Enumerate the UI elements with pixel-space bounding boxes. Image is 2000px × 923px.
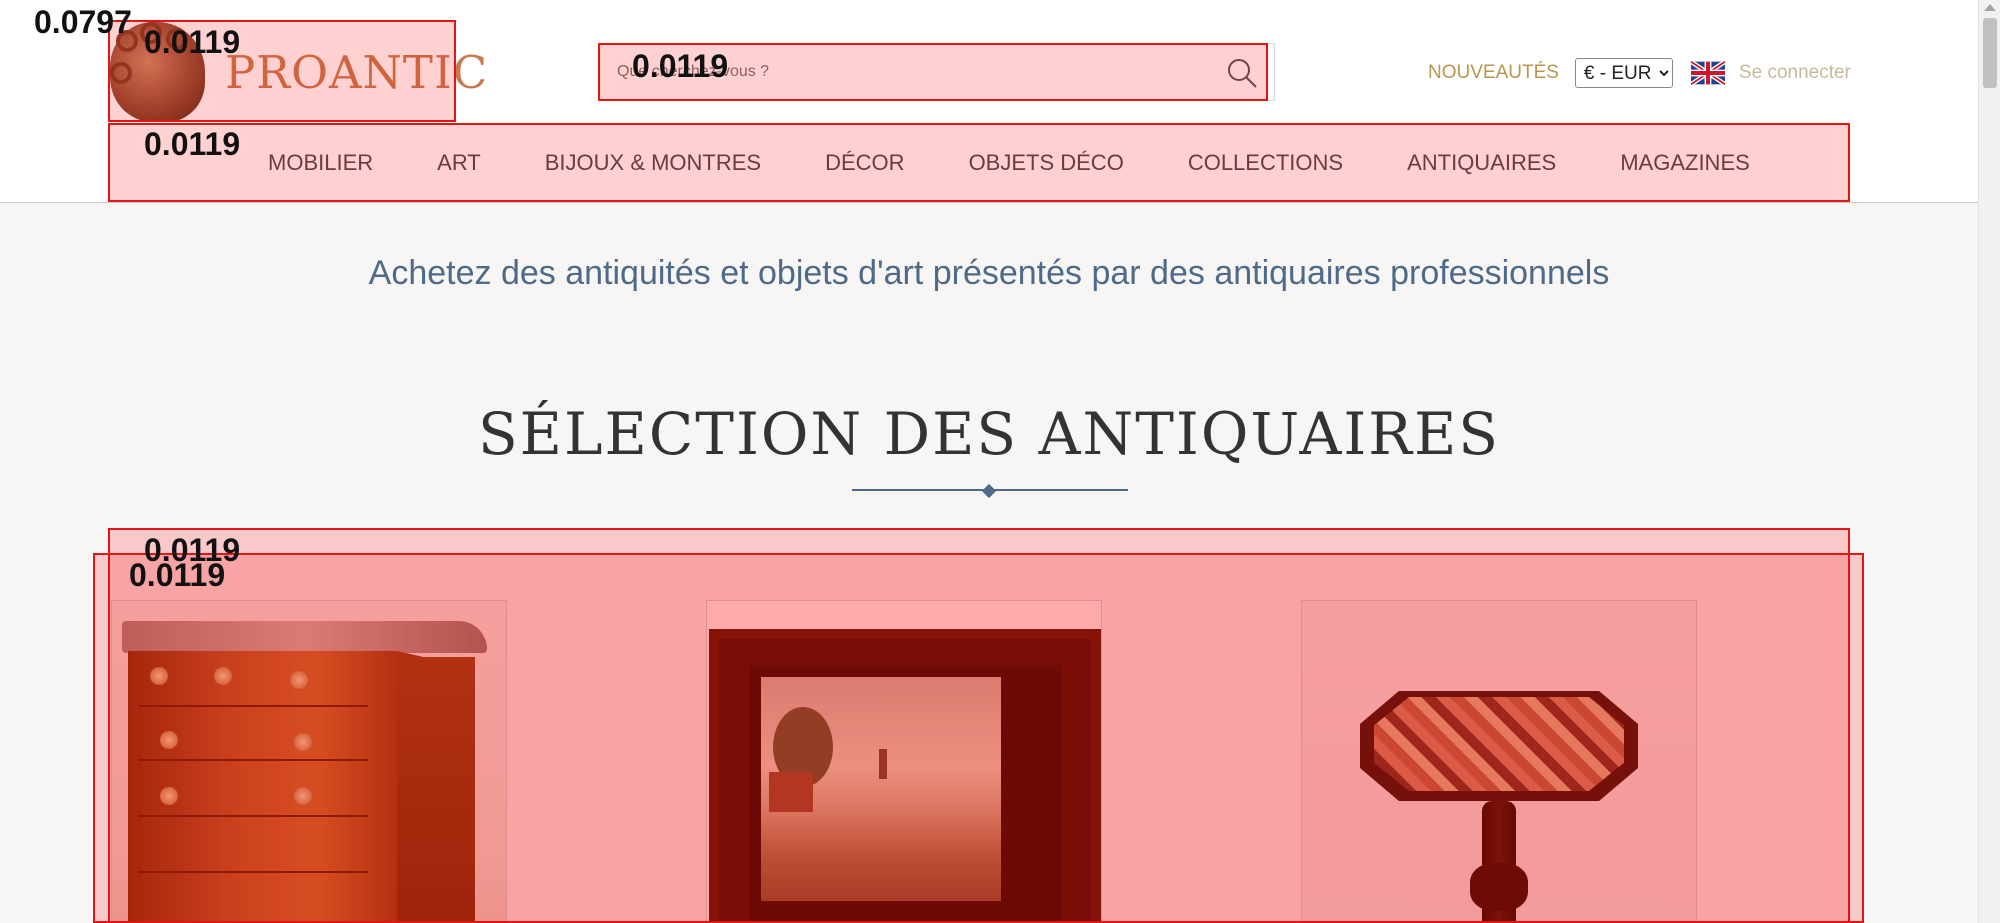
logo-text: PROANTIC <box>225 46 489 99</box>
scroll-up-icon[interactable] <box>1984 4 1996 11</box>
product-card-commode[interactable] <box>111 600 507 923</box>
overlay-label: 0.0119 <box>129 557 226 593</box>
site-header: PROANTIC NOUVEAUTÉS € - EUR Se connecter… <box>0 0 1978 203</box>
overlay-label: 0.0119 <box>144 24 241 60</box>
table-image <box>1302 601 1696 923</box>
main-nav: MOBILIER ART BIJOUX & MONTRES DÉCOR OBJE… <box>108 124 1850 202</box>
scrollbar-thumb[interactable] <box>1983 18 1997 88</box>
nav-item-collections[interactable]: COLLECTIONS <box>1188 150 1343 176</box>
currency-select[interactable]: € - EUR <box>1574 58 1673 88</box>
overlay-label: 0.0119 <box>632 48 729 84</box>
product-card-painting[interactable] <box>706 600 1102 923</box>
page-tagline: Achetez des antiquités et objets d'art p… <box>368 254 1610 292</box>
uk-flag-icon[interactable] <box>1690 61 1725 85</box>
page-scrollbar[interactable] <box>1978 0 2000 923</box>
nav-item-bijoux-montres[interactable]: BIJOUX & MONTRES <box>545 150 761 176</box>
nav-item-mobilier[interactable]: MOBILIER <box>268 150 373 176</box>
login-link[interactable]: Se connecter <box>1739 62 1851 84</box>
product-cards <box>108 600 1850 923</box>
search-icon[interactable] <box>1226 57 1258 89</box>
commode-image <box>112 601 506 923</box>
nav-item-art[interactable]: ART <box>437 150 481 176</box>
nav-item-objets-deco[interactable]: OBJETS DÉCO <box>969 150 1124 176</box>
nav-item-antiquaires[interactable]: ANTIQUAIRES <box>1407 150 1556 176</box>
section-title: SÉLECTION DES ANTIQUAIRES <box>477 400 1501 468</box>
title-divider-diamond <box>981 483 997 499</box>
nouveautes-link[interactable]: NOUVEAUTÉS <box>1428 62 1559 84</box>
overlay-label: 0.0797 <box>34 4 132 40</box>
nav-item-decor[interactable]: DÉCOR <box>825 150 904 176</box>
overlay-label: 0.0119 <box>144 126 241 162</box>
nav-item-magazines[interactable]: MAGAZINES <box>1620 150 1750 176</box>
product-card-table[interactable] <box>1301 600 1697 923</box>
painting-image <box>707 601 1101 923</box>
header-actions: NOUVEAUTÉS € - EUR Se connecter <box>1428 56 1851 90</box>
